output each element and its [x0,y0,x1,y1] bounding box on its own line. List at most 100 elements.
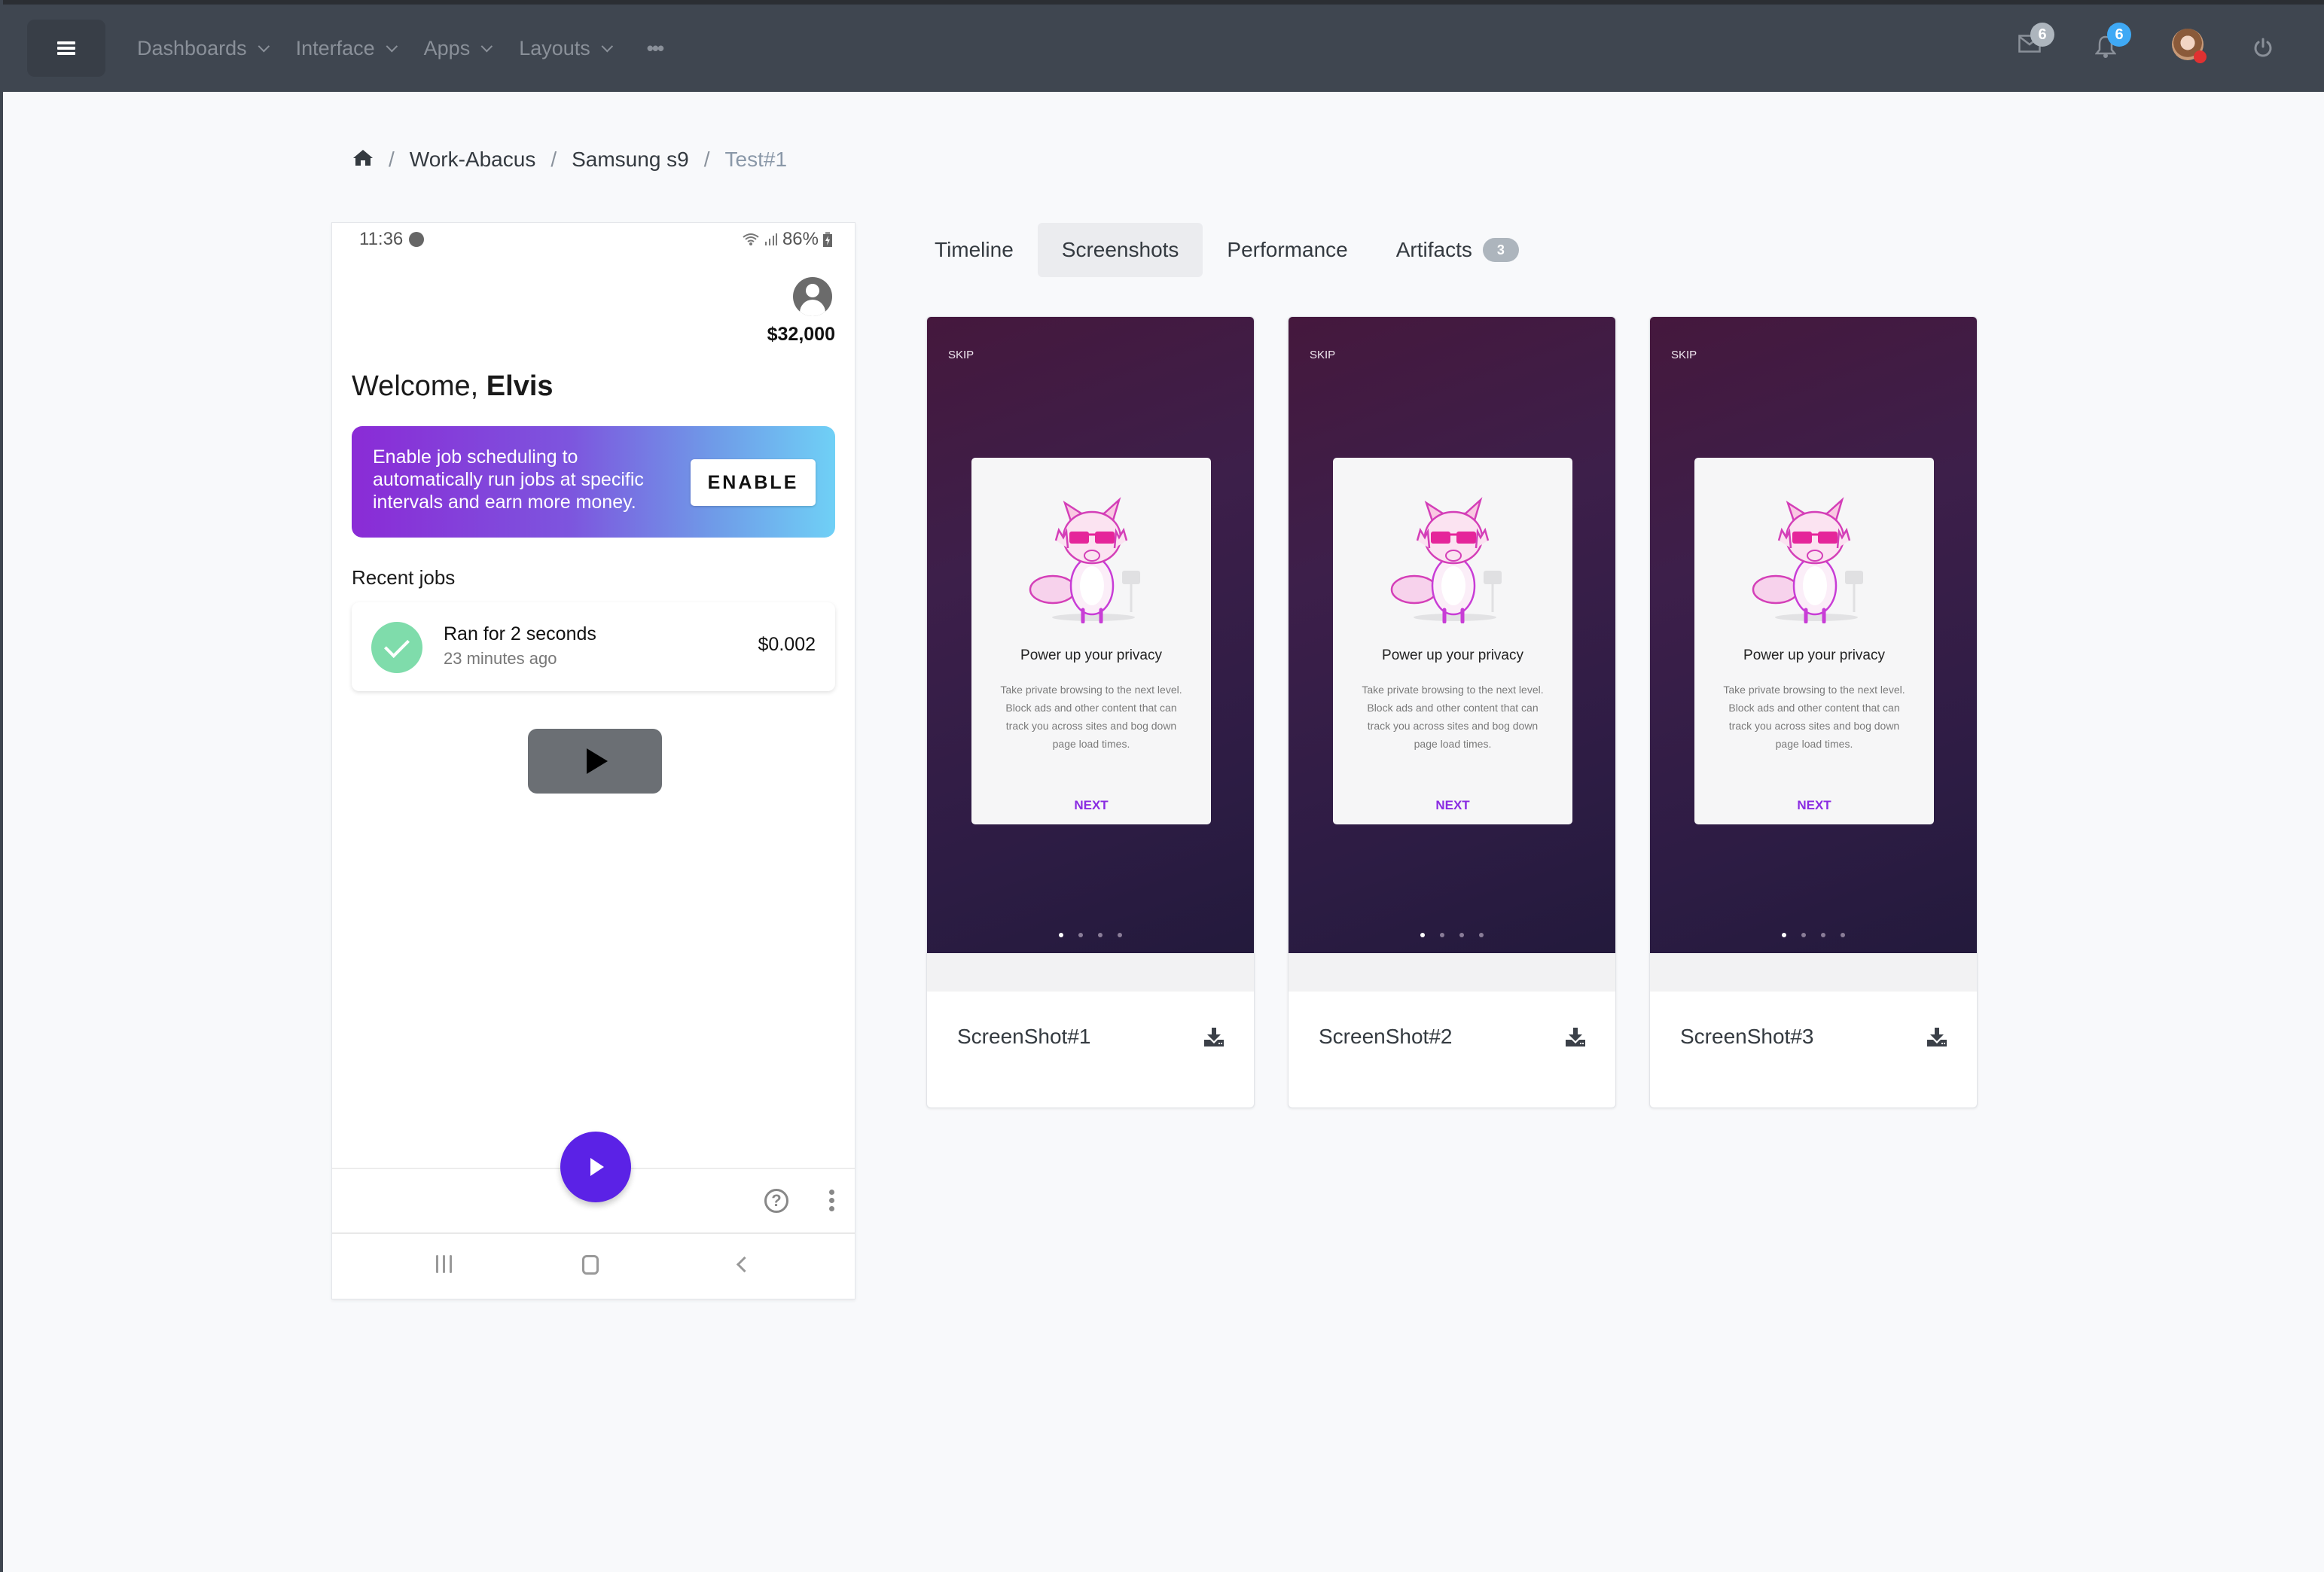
battery-charging-icon [823,232,832,247]
nav-dashboards-label: Dashboards [137,36,247,59]
screenshot-thumbnail[interactable]: SKIP Power up your privacy Take private … [1289,317,1615,953]
menu-toggle-button[interactable] [27,20,105,77]
account-icon[interactable] [793,277,832,316]
play-icon [590,1158,604,1176]
page-dot [1479,933,1484,937]
app: Dashboards Interface Apps Layouts ••• 6 … [0,0,2324,1572]
tab-performance[interactable]: Performance [1203,223,1371,277]
page-indicator [927,933,1254,937]
notifications-badge: 6 [2107,23,2131,47]
nav-layouts[interactable]: Layouts [519,36,613,60]
nav-dashboards[interactable]: Dashboards [137,36,270,60]
tab-artifacts-label: Artifacts [1395,238,1472,261]
promo-text: Enable job scheduling to automatically r… [373,446,644,513]
chevron-down-icon [480,40,493,52]
help-icon[interactable]: ? [764,1189,788,1213]
download-button[interactable] [1204,1028,1224,1047]
page-indicator [1650,933,1977,937]
nav-apps[interactable]: Apps [423,36,493,60]
onboarding-next: NEXT [1435,798,1470,812]
top-navbar: Dashboards Interface Apps Layouts ••• 6 … [3,5,2324,92]
tab-screenshots-label: Screenshots [1061,238,1179,261]
page-dot [1801,933,1806,937]
screenshot-thumbnail[interactable]: SKIP Power up your privacy Take private … [927,317,1254,953]
page-dot [1782,933,1786,937]
page-dot [1440,933,1444,937]
breadcrumb-current: Test#1 [724,148,788,171]
recent-jobs-heading: Recent jobs [352,566,456,589]
page-dot [1078,933,1083,937]
download-button[interactable] [1566,1028,1585,1047]
breadcrumb: / Work-Abacus / Samsung s9 / Test#1 [352,148,787,172]
welcome-heading: Welcome, Elvis [352,370,554,403]
tab-artifacts[interactable]: Artifacts 3 [1372,223,1543,277]
download-button[interactable] [1927,1028,1947,1047]
scheduling-promo-banner: Enable job scheduling to automatically r… [352,426,835,538]
job-list-item[interactable]: Ran for 2 seconds 23 minutes ago $0.002 [352,602,835,691]
tab-bar: Timeline Screenshots Performance Artifac… [910,223,1543,277]
nav-layouts-label: Layouts [519,36,590,59]
tab-screenshots[interactable]: Screenshots [1037,223,1203,277]
app-notification-icon [409,232,425,247]
page-dot [1098,933,1103,937]
video-play-button[interactable] [528,729,662,794]
more-menu-button[interactable]: ••• [646,36,664,60]
chevron-down-icon [601,40,613,52]
breadcrumb-separator: / [703,148,710,171]
breadcrumb-separator: / [551,148,557,171]
screenshot-footer-strip [1650,953,1977,992]
onboarding-card: Power up your privacy Take private brows… [971,458,1211,824]
screenshot-label: ScreenShot#3 [1680,1025,1814,1048]
tab-performance-label: Performance [1227,238,1348,261]
status-time: 11:36 [359,229,404,249]
onboarding-title: Power up your privacy [1382,647,1523,663]
android-nav-bar [332,1232,855,1299]
nav-apps-label: Apps [423,36,471,59]
more-vert-icon[interactable] [829,1190,835,1214]
hamburger-icon [57,39,75,57]
notifications-button[interactable]: 6 [2094,23,2131,59]
welcome-name: Elvis [486,370,554,402]
screenshot-label: ScreenShot#1 [957,1025,1091,1048]
wifi-icon [743,233,759,245]
recent-apps-icon[interactable] [436,1255,452,1273]
breadcrumb-home[interactable] [352,148,374,172]
screenshot-card: SKIP Power up your privacy Take private … [926,316,1255,1108]
user-avatar[interactable] [2172,29,2207,63]
battery-percent: 86% [782,229,819,249]
onboarding-next: NEXT [1074,798,1109,812]
onboarding-card: Power up your privacy Take private brows… [1333,458,1572,824]
screenshot-skip-text: SKIP [1310,349,1336,361]
nav-interface-label: Interface [295,36,375,59]
screenshot-skip-text: SKIP [1671,349,1697,361]
raccoon-mascot-illustration [1752,497,1863,623]
job-amount: $0.002 [758,634,816,655]
onboarding-card: Power up your privacy Take private brows… [1694,458,1934,824]
back-icon[interactable] [736,1256,753,1273]
welcome-prefix: Welcome, [352,370,486,402]
screenshot-label: ScreenShot#2 [1319,1025,1453,1048]
status-dot [2194,50,2207,63]
device-screen[interactable]: 11:36 86% $32,000 Welcome, Elvis Enable … [331,222,855,1299]
tab-timeline[interactable]: Timeline [910,223,1038,277]
home-button-icon[interactable] [582,1255,599,1275]
run-job-fab[interactable] [560,1132,631,1202]
breadcrumb-work-abacus[interactable]: Work-Abacus [410,148,536,172]
raccoon-mascot-illustration [1390,497,1502,623]
ellipsis-icon: ••• [646,36,664,59]
download-icon [1566,1028,1585,1046]
balance-amount: $32,000 [767,324,835,345]
page-dot [1420,933,1425,937]
screenshot-thumbnail[interactable]: SKIP Power up your privacy Take private … [1650,317,1977,953]
breadcrumb-samsung-s9[interactable]: Samsung s9 [572,148,689,172]
enable-button[interactable]: ENABLE [691,459,816,506]
tab-timeline-label: Timeline [935,238,1014,261]
messages-button[interactable]: 6 [2018,23,2054,53]
screenshot-skip-text: SKIP [948,349,974,361]
nav-interface[interactable]: Interface [295,36,398,60]
download-icon [1927,1028,1947,1046]
page-dot [1459,933,1464,937]
logout-button[interactable] [2253,38,2273,57]
home-icon [353,150,373,166]
onboarding-title: Power up your privacy [1020,647,1162,663]
